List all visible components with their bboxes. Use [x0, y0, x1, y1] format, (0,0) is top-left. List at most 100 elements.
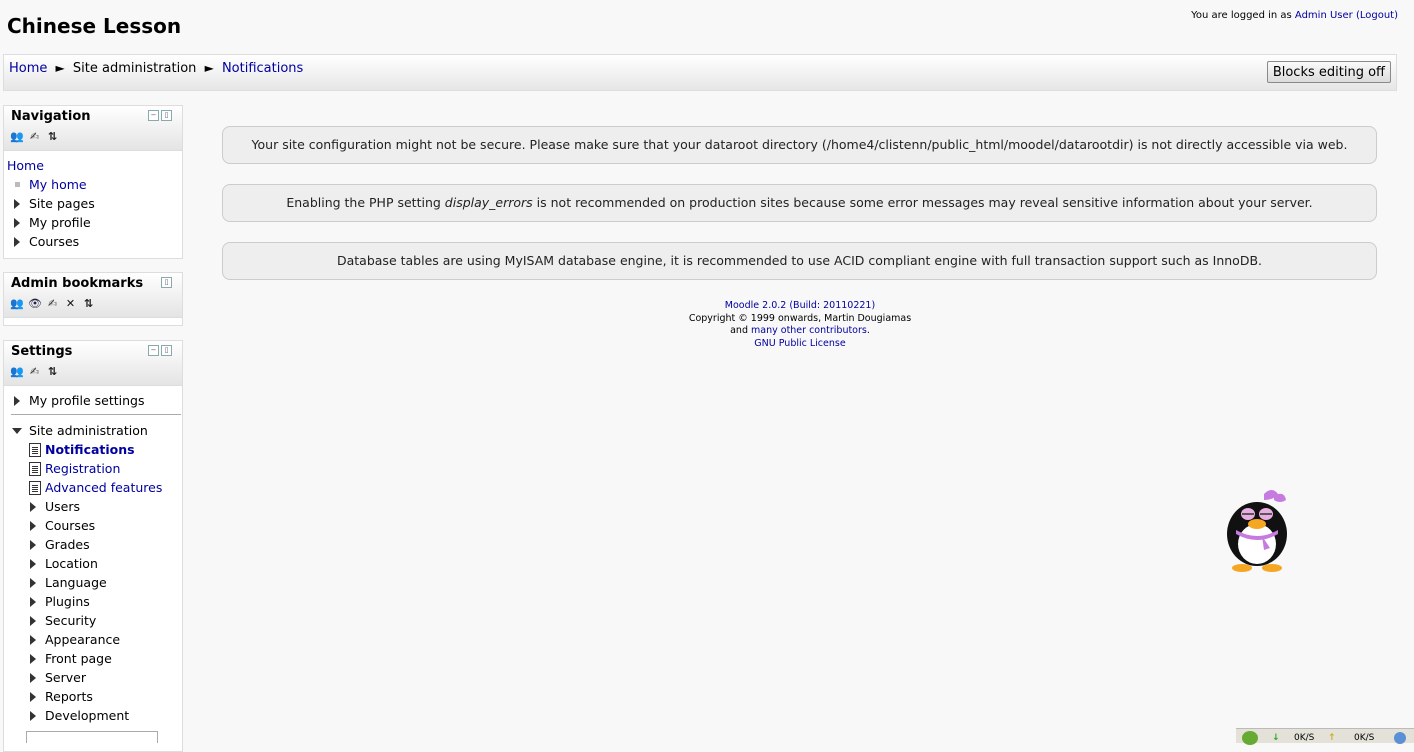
move-icon[interactable]: ⇅: [46, 365, 59, 378]
dock-icon[interactable]: ▯: [161, 277, 172, 288]
nav-item-site-pages[interactable]: Site pages: [7, 194, 179, 213]
nav-item-courses[interactable]: Courses: [7, 232, 179, 251]
divider: [11, 414, 181, 415]
notification-text: Database tables are using MyISAM databas…: [336, 253, 1262, 268]
period-text: .: [866, 325, 870, 336]
breadcrumb-home[interactable]: Home: [9, 61, 47, 76]
admin-bookmarks-header: Admin bookmarks ▯ 👥 👁 ✍ ✕ ⇅: [4, 273, 182, 318]
assign-roles-icon[interactable]: 👥: [10, 130, 24, 143]
settings-category-security[interactable]: Security: [7, 611, 179, 630]
nav-home-link[interactable]: Home: [7, 158, 44, 173]
moodle-version-link[interactable]: Moodle 2.0.2 (Build: 20110221): [725, 300, 875, 311]
blocks-editing-button[interactable]: Blocks editing off: [1266, 61, 1391, 83]
navbar: Home ► Site administration ► Notificatio…: [3, 54, 1397, 91]
settings-category-plugins[interactable]: Plugins: [7, 592, 179, 611]
assign-roles-icon[interactable]: 👥: [10, 365, 24, 378]
settings-category-front-page[interactable]: Front page: [7, 649, 179, 668]
settings-category-development[interactable]: Development: [7, 706, 179, 725]
expand-icon: [30, 597, 36, 607]
nav-my-profile-label: My profile: [29, 215, 91, 230]
settings-category-label: Reports: [45, 689, 93, 704]
settings-my-profile-settings[interactable]: My profile settings: [7, 391, 179, 410]
settings-site-administration[interactable]: Site administration: [7, 421, 179, 440]
expand-icon: [30, 559, 36, 569]
contributors-link[interactable]: many other contributors: [751, 325, 867, 336]
settings-page-notifications[interactable]: Notifications: [7, 440, 179, 459]
settings-category-grades[interactable]: Grades: [7, 535, 179, 554]
expand-icon: [14, 218, 20, 228]
settings-category-label: Location: [45, 556, 98, 571]
expand-icon: [30, 654, 36, 664]
eye-icon[interactable]: 👁: [28, 297, 42, 310]
penguin-mascot-icon[interactable]: [1222, 486, 1292, 572]
notifications-link[interactable]: Notifications: [45, 442, 135, 457]
nav-item-my-home[interactable]: My home: [7, 175, 179, 194]
edit-icon[interactable]: ✍: [46, 297, 59, 310]
settings-category-language[interactable]: Language: [7, 573, 179, 592]
edit-icon[interactable]: ✍: [28, 130, 41, 143]
delete-icon[interactable]: ✕: [64, 297, 77, 310]
settings-category-label: Front page: [45, 651, 112, 666]
nav-my-home-link[interactable]: My home: [29, 177, 87, 192]
settings-block: Settings − ▯ 👥 ✍ ⇅ My profile settings S…: [3, 340, 183, 752]
browser-icon[interactable]: [1394, 732, 1406, 744]
settings-category-label: Courses: [45, 518, 96, 533]
admin-bookmarks-title: Admin bookmarks: [11, 276, 144, 291]
settings-category-label: Language: [45, 575, 107, 590]
expand-icon: [30, 673, 36, 683]
expand-icon: [30, 578, 36, 588]
collapse-icon[interactable]: −: [148, 345, 159, 356]
settings-category-location[interactable]: Location: [7, 554, 179, 573]
dock-icon[interactable]: ▯: [161, 110, 172, 121]
expand-icon: [14, 237, 20, 247]
navigation-block-header: Navigation − ▯ 👥 ✍ ⇅: [4, 106, 182, 151]
network-monitor-icon[interactable]: [1242, 731, 1258, 745]
notification-box: Enabling the PHP setting display_errors …: [222, 184, 1377, 222]
collapse-icon[interactable]: −: [148, 110, 159, 121]
settings-category-appearance[interactable]: Appearance: [7, 630, 179, 649]
registration-link[interactable]: Registration: [45, 461, 120, 476]
settings-category-label: Server: [45, 670, 86, 685]
license-link[interactable]: GNU Public License: [754, 338, 845, 349]
logout-link[interactable]: (Logout): [1356, 10, 1398, 21]
user-link[interactable]: Admin User: [1295, 10, 1353, 21]
login-info: You are logged in as Admin User (Logout): [1191, 10, 1398, 21]
move-icon[interactable]: ⇅: [82, 297, 95, 310]
settings-category-label: Appearance: [45, 632, 121, 647]
footer: Moodle 2.0.2 (Build: 20110221) Copyright…: [600, 300, 1000, 350]
expand-icon: [30, 692, 36, 702]
bullet-icon: [15, 182, 20, 187]
nav-home[interactable]: Home: [7, 156, 179, 175]
navigation-block: Navigation − ▯ 👥 ✍ ⇅ Home My home Site p…: [3, 105, 183, 259]
nav-item-my-profile[interactable]: My profile: [7, 213, 179, 232]
dock-icon[interactable]: ▯: [161, 345, 172, 356]
expand-icon: [14, 396, 20, 406]
settings-page-registration[interactable]: Registration: [7, 459, 179, 478]
collapse-arrow-icon: [12, 428, 22, 434]
expand-icon: [30, 540, 36, 550]
settings-category-reports[interactable]: Reports: [7, 687, 179, 706]
advanced-features-link[interactable]: Advanced features: [45, 480, 162, 495]
settings-page-advanced-features[interactable]: Advanced features: [7, 478, 179, 497]
move-icon[interactable]: ⇅: [46, 130, 59, 143]
breadcrumb-notifications[interactable]: Notifications: [222, 61, 303, 76]
settings-category-users[interactable]: Users: [7, 497, 179, 516]
settings-category-label: Development: [45, 708, 130, 723]
assign-roles-icon[interactable]: 👥: [10, 297, 24, 310]
expand-icon: [30, 521, 36, 531]
edit-icon[interactable]: ✍: [28, 365, 41, 378]
nav-courses-label: Courses: [29, 234, 80, 249]
page-icon: [29, 462, 41, 476]
breadcrumb-separator: ►: [204, 61, 214, 75]
login-prefix: You are logged in as: [1191, 10, 1295, 21]
breadcrumb-separator: ►: [55, 61, 65, 75]
settings-category-label: Grades: [45, 537, 90, 552]
expand-icon: [30, 616, 36, 626]
settings-category-server[interactable]: Server: [7, 668, 179, 687]
copyright-text: Copyright © 1999 onwards, Martin Dougiam…: [688, 312, 912, 324]
notification-text-after: is not recommended on production sites b…: [532, 195, 1313, 210]
settings-category-courses[interactable]: Courses: [7, 516, 179, 535]
notification-setting-name: display_errors: [444, 195, 533, 210]
horizontal-scrollbar[interactable]: [26, 731, 158, 743]
and-text: and: [730, 325, 752, 336]
